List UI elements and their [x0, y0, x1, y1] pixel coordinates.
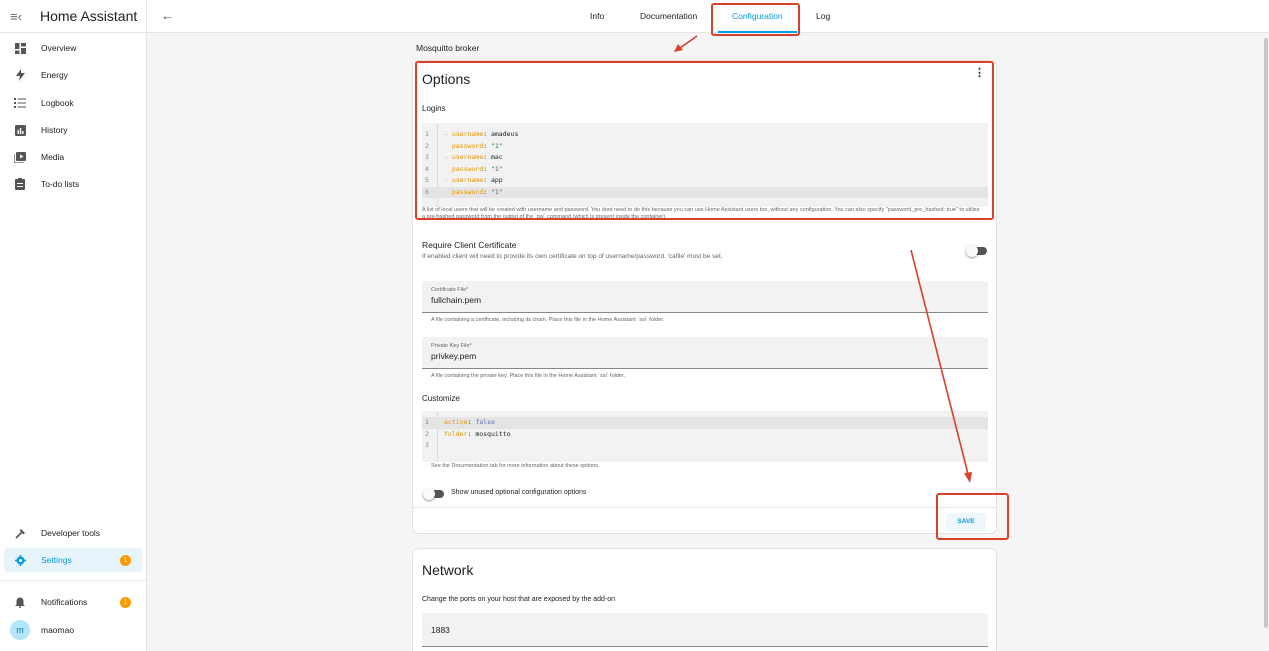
- sidebar-item-overview[interactable]: Overview: [4, 36, 142, 60]
- sidebar-item-settings[interactable]: Settings 1: [4, 548, 142, 572]
- clipboard-icon: [8, 178, 32, 190]
- notifications-badge: 1: [120, 596, 131, 608]
- avatar-wrap: m: [8, 620, 32, 640]
- sidebar-item-history[interactable]: History: [4, 118, 142, 142]
- sidebar-item-user[interactable]: m maomao: [4, 618, 142, 642]
- dashboard-icon: [8, 42, 32, 54]
- top-bar: ← Info Documentation Configuration Log: [147, 0, 1269, 33]
- network-desc: Change the ports on your host that are e…: [422, 596, 616, 603]
- user-name: maomao: [41, 625, 75, 635]
- customize-help: See the Documentation tab for more infor…: [431, 463, 600, 469]
- customize-code-editor[interactable]: 1 active: false 2 folder: mosquitto 3: [422, 411, 988, 462]
- chart-icon: [8, 124, 32, 136]
- arrow-line-tab: [679, 35, 698, 49]
- line-number: 3: [425, 441, 429, 449]
- network-title: Network: [422, 562, 474, 578]
- certfile-label: Certificate File*: [431, 287, 469, 293]
- keyfile-help: A file containing the private key. Place…: [431, 373, 626, 379]
- scrollbar[interactable]: [1264, 38, 1268, 628]
- network-card: Network Change the ports on your host th…: [412, 548, 997, 651]
- code-line: 3: [422, 440, 988, 452]
- lightning-icon: [8, 69, 32, 81]
- customize-label: Customize: [422, 394, 460, 403]
- sidebar-item-label: Media: [41, 152, 65, 162]
- annotation-box-configuration-tab: [711, 3, 800, 36]
- sidebar-item-todo[interactable]: To-do lists: [4, 172, 142, 196]
- app-title: Home Assistant: [40, 8, 138, 24]
- sidebar-item-label: Developer tools: [41, 528, 101, 538]
- breadcrumb: Mosquitto broker: [416, 43, 480, 53]
- code-text: folder: mosquitto: [444, 429, 511, 438]
- require-cert-desc: If enabled client will need to provide i…: [422, 253, 723, 260]
- tab-documentation[interactable]: Documentation: [640, 0, 697, 33]
- avatar: m: [10, 620, 30, 640]
- card-divider: [413, 507, 996, 508]
- tab-log[interactable]: Log: [816, 0, 830, 33]
- line-number: 2: [425, 429, 429, 438]
- code-key: folder: [444, 429, 468, 438]
- sidebar-item-notifications[interactable]: Notifications 1: [4, 590, 142, 614]
- certfile-value: fullchain.pem: [431, 295, 482, 305]
- hammer-icon: [8, 528, 32, 539]
- keyfile-field[interactable]: Private Key File* privkey.pem: [422, 337, 988, 369]
- sidebar-item-label: Notifications: [41, 597, 88, 607]
- list-icon: [8, 98, 32, 108]
- settings-badge: 1: [120, 554, 131, 566]
- certfile-help: A file containing a certificate, includi…: [431, 317, 665, 323]
- sidebar-item-label: To-do lists: [41, 179, 80, 189]
- sidebar-item-energy[interactable]: Energy: [4, 63, 142, 87]
- sidebar-item-label: Overview: [41, 43, 77, 53]
- code-value: mosquitto: [475, 429, 511, 438]
- certfile-field[interactable]: Certificate File* fullchain.pem: [422, 281, 988, 313]
- code-line: 2 folder: mosquitto: [422, 429, 988, 441]
- sidebar-item-media[interactable]: Media: [4, 145, 142, 169]
- sidebar-header: ≡‹ Home Assistant: [0, 0, 146, 33]
- gear-icon: [8, 554, 32, 566]
- code-key: active: [444, 418, 468, 426]
- code-text: active: false: [444, 418, 495, 426]
- tab-info[interactable]: Info: [590, 0, 604, 33]
- sidebar-item-label: Logbook: [41, 98, 74, 108]
- media-icon: [8, 151, 32, 163]
- annotation-box-save: [936, 493, 1009, 540]
- bell-icon: [8, 597, 32, 608]
- require-cert-title: Require Client Certificate: [422, 240, 517, 250]
- code-value: false: [475, 418, 495, 426]
- sidebar-divider: [0, 580, 147, 581]
- code-line: 1 active: false: [422, 417, 988, 429]
- sidebar-item-label: History: [41, 125, 68, 135]
- port-field[interactable]: 1883: [422, 613, 988, 647]
- sidebar-item-developer-tools[interactable]: Developer tools: [4, 521, 142, 545]
- require-cert-toggle[interactable]: [966, 245, 988, 257]
- sidebar-item-label: Energy: [41, 70, 68, 80]
- keyfile-label: Private Key File*: [431, 343, 472, 349]
- menu-collapse-icon[interactable]: ≡‹: [0, 9, 32, 24]
- keyfile-value: privkey.pem: [431, 351, 477, 361]
- annotation-box-options: [415, 61, 994, 220]
- back-arrow-icon[interactable]: ←: [161, 8, 174, 23]
- line-number: 1: [425, 418, 429, 426]
- sidebar-item-label: Settings: [41, 555, 72, 565]
- sidebar: ≡‹ Home Assistant Overview Energy Logboo…: [0, 0, 147, 651]
- arrow-head-tab: [674, 44, 683, 52]
- show-unused-label: Show unused optional configuration optio…: [451, 489, 587, 496]
- show-unused-toggle[interactable]: [423, 488, 445, 500]
- port-value: 1883: [431, 625, 450, 635]
- sidebar-item-logbook[interactable]: Logbook: [4, 91, 142, 115]
